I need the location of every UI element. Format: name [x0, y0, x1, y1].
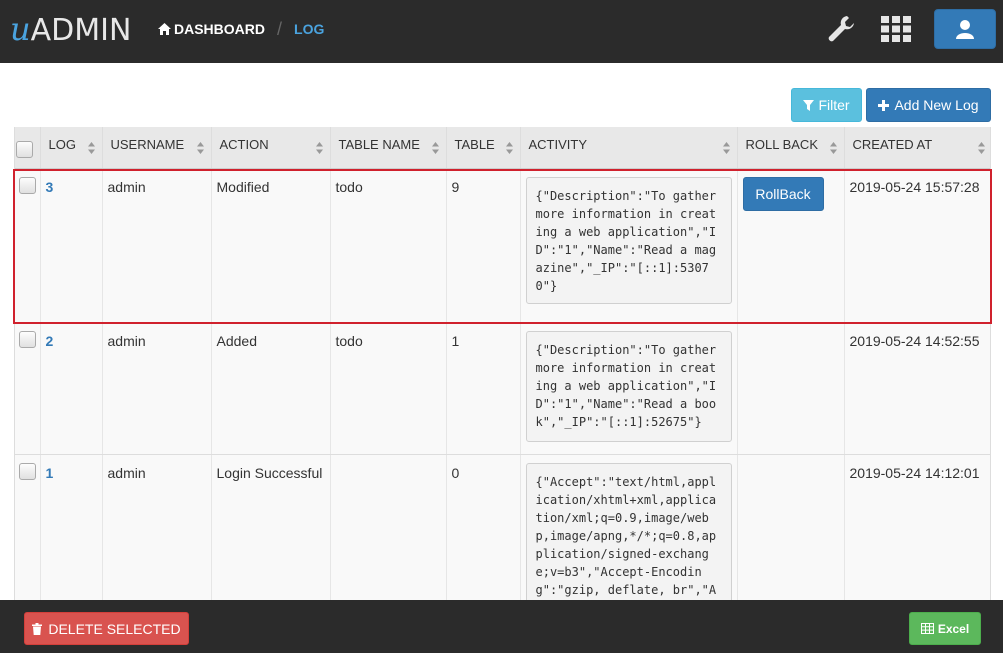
column-label: ACTION: [219, 136, 269, 152]
rollback-cell: [737, 322, 845, 455]
activity-cell: {"Description":"To gather more informati…: [520, 322, 738, 455]
footer-bar: DELETE SELECTED Excel: [0, 600, 1003, 653]
plus-icon: [878, 99, 890, 111]
delete-selected-button[interactable]: DELETE SELECTED: [24, 612, 189, 645]
log-id-link[interactable]: 1: [46, 465, 54, 481]
trash-icon: [32, 622, 43, 635]
table-cell: 0: [446, 454, 521, 607]
table-cell: 1: [446, 322, 521, 455]
user-menu-button[interactable]: [934, 9, 996, 49]
activity-json: {"Description":"To gather more informati…: [525, 330, 732, 442]
sort-icon: [977, 142, 985, 154]
table-name-cell: todo: [330, 322, 447, 455]
rollback-cell: [737, 454, 845, 607]
row-select-cell: [15, 168, 41, 323]
breadcrumb: DASHBOARD / LOG: [158, 19, 324, 39]
filter-button-label: Filter: [818, 97, 850, 113]
filter-button[interactable]: Filter: [791, 88, 862, 122]
action-cell: Modified: [211, 168, 331, 323]
activity-json: {"Accept":"text/html,application/xhtml+x…: [525, 462, 732, 607]
breadcrumb-separator: /: [277, 19, 283, 39]
username-cell: admin: [102, 322, 212, 455]
log-id-link[interactable]: 2: [46, 333, 54, 349]
sort-icon: [722, 142, 730, 154]
column-label: ACTIVITY: [528, 136, 588, 152]
app-logo[interactable]: uADMIN: [10, 9, 131, 49]
breadcrumb-dashboard[interactable]: DASHBOARD: [158, 19, 265, 39]
table-header-row: LOG USERNAME ACTION TABLE NAME TABLE ACT…: [15, 127, 990, 169]
table-row: 2 admin Added todo 1 {"Description":"To …: [15, 322, 990, 455]
column-label: USERNAME: [110, 136, 185, 152]
created-at-cell: 2019-05-24 14:52:55: [844, 322, 990, 455]
logo-text: ADMIN: [30, 13, 132, 48]
log-table: LOG USERNAME ACTION TABLE NAME TABLE ACT…: [14, 127, 991, 607]
column-header-created-at[interactable]: CREATED AT: [844, 127, 990, 169]
column-label: TABLE: [454, 136, 495, 152]
action-cell: Login Successful: [211, 454, 331, 607]
created-at-cell: 2019-05-24 14:12:01: [844, 454, 990, 607]
table-row: 1 admin Login Successful 0 {"Accept":"te…: [15, 454, 990, 607]
column-header-roll-back[interactable]: ROLL BACK: [737, 127, 845, 169]
add-new-log-label: Add New Log: [894, 97, 979, 113]
user-icon: [956, 20, 974, 39]
logo-u: u: [10, 10, 31, 48]
table-icon: [920, 623, 934, 634]
username-cell: admin: [102, 168, 212, 323]
select-all-checkbox[interactable]: [16, 140, 33, 158]
top-navbar: uADMIN DASHBOARD / LOG: [0, 0, 1003, 63]
excel-export-label: Excel: [937, 621, 970, 636]
log-id-cell: 2: [40, 322, 103, 455]
row-select-cell: [15, 322, 41, 455]
row-select-cell: [15, 454, 41, 607]
action-cell: Added: [211, 322, 331, 455]
row-checkbox[interactable]: [19, 462, 36, 480]
column-label: ROLL BACK: [745, 136, 819, 152]
table-cell: 9: [446, 168, 521, 323]
sort-icon: [315, 142, 323, 154]
excel-export-button[interactable]: Excel: [909, 612, 981, 645]
sort-icon: [87, 142, 95, 154]
table-name-cell: [330, 454, 447, 607]
breadcrumb-dashboard-label: DASHBOARD: [174, 21, 265, 37]
column-header-username[interactable]: USERNAME: [102, 127, 212, 169]
rollback-cell: RollBack: [737, 168, 845, 323]
column-label: CREATED AT: [852, 136, 933, 152]
created-at-cell: 2019-05-24 15:57:28: [844, 168, 990, 323]
row-checkbox[interactable]: [19, 330, 36, 348]
username-cell: admin: [102, 454, 212, 607]
column-label: TABLE NAME: [338, 136, 420, 152]
row-checkbox[interactable]: [19, 176, 36, 194]
sort-icon: [829, 142, 837, 154]
log-id-link[interactable]: 3: [46, 179, 54, 195]
column-header-log[interactable]: LOG: [40, 127, 103, 169]
home-icon: [158, 23, 171, 35]
column-header-activity[interactable]: ACTIVITY: [520, 127, 738, 169]
log-id-cell: 3: [40, 168, 103, 323]
delete-selected-label: DELETE SELECTED: [48, 620, 181, 637]
activity-cell: {"Description":"To gather more informati…: [520, 168, 738, 323]
column-header-table-name[interactable]: TABLE NAME: [330, 127, 447, 169]
table-row: 3 admin Modified todo 9 {"Description":"…: [15, 168, 990, 323]
sort-icon: [505, 142, 513, 154]
wrench-icon[interactable]: [827, 14, 855, 44]
column-header-table[interactable]: TABLE: [446, 127, 521, 169]
column-header-action[interactable]: ACTION: [211, 127, 331, 169]
rollback-button[interactable]: RollBack: [742, 176, 824, 211]
activity-cell: {"Accept":"text/html,application/xhtml+x…: [520, 454, 738, 607]
column-label: LOG: [48, 136, 76, 152]
add-new-log-button[interactable]: Add New Log: [866, 88, 991, 122]
log-id-cell: 1: [40, 454, 103, 607]
filter-icon: [803, 99, 815, 111]
select-all-header: [15, 127, 41, 169]
grid-icon[interactable]: [881, 16, 911, 42]
breadcrumb-current: LOG: [294, 21, 325, 37]
sort-icon: [196, 142, 204, 154]
table-name-cell: todo: [330, 168, 447, 323]
sort-icon: [431, 142, 439, 154]
activity-json: {"Description":"To gather more informati…: [525, 176, 732, 304]
